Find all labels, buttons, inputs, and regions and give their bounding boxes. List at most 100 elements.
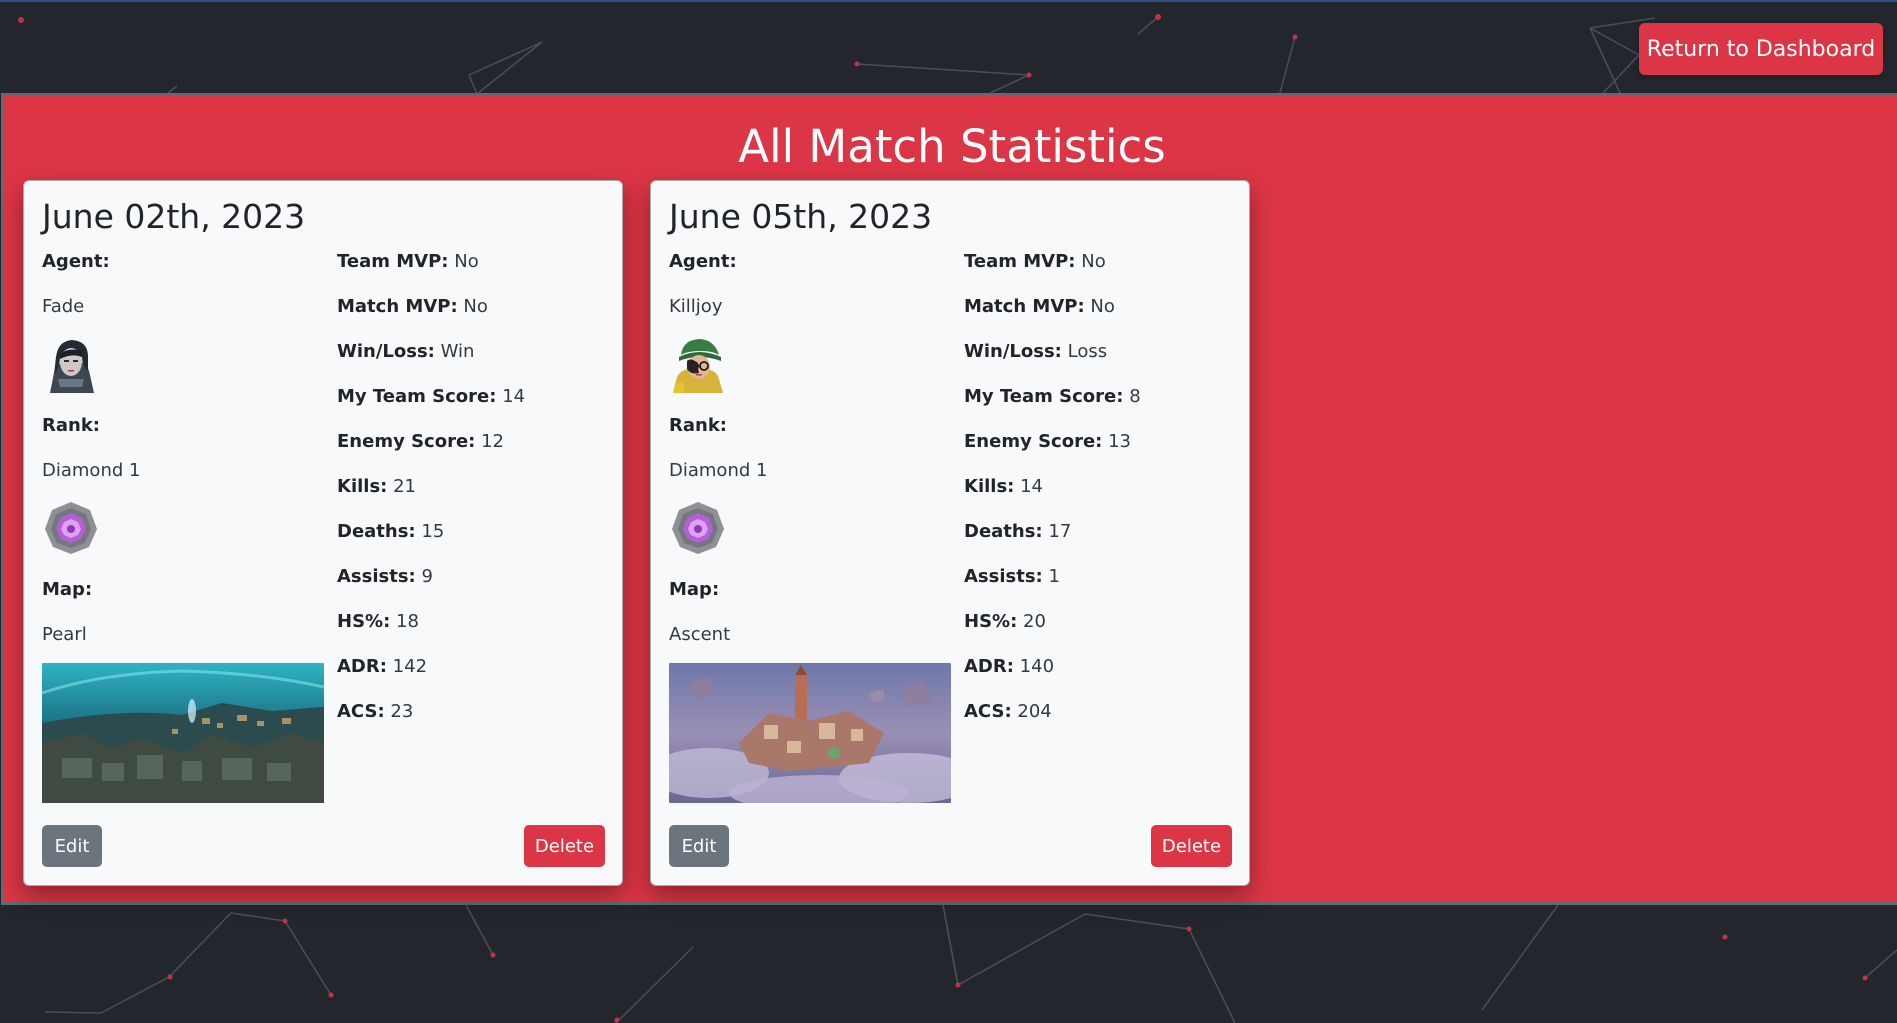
map-label: Map: bbox=[42, 579, 93, 600]
enemy-score-label: Enemy Score: bbox=[337, 431, 476, 452]
rank-label: Rank: bbox=[669, 415, 727, 436]
my-team-score-label: My Team Score: bbox=[964, 386, 1124, 407]
adr-value: 140 bbox=[1019, 656, 1055, 677]
deaths-value: 17 bbox=[1048, 521, 1072, 542]
return-to-dashboard-button[interactable]: Return to Dashboard bbox=[1639, 23, 1883, 75]
win-loss-label: Win/Loss: bbox=[337, 341, 435, 362]
agent-label: Agent: bbox=[42, 251, 110, 272]
enemy-score-stat: Enemy Score: 12 bbox=[337, 429, 607, 454]
acs-stat: ACS: 23 bbox=[337, 699, 607, 724]
rank-name: Diamond 1 bbox=[42, 460, 141, 481]
win-loss-label: Win/Loss: bbox=[964, 341, 1062, 362]
diamond-rank-icon bbox=[45, 502, 97, 554]
my-team-score-stat: My Team Score: 8 bbox=[964, 384, 1234, 409]
enemy-score-label: Enemy Score: bbox=[964, 431, 1103, 452]
page-title: All Match Statistics bbox=[738, 120, 1166, 173]
win-loss-value: Loss bbox=[1067, 341, 1108, 362]
edit-button[interactable]: Edit bbox=[669, 825, 729, 867]
map-name: Pearl bbox=[42, 624, 87, 645]
my-team-score-value: 14 bbox=[502, 386, 526, 407]
delete-button[interactable]: Delete bbox=[1151, 825, 1232, 867]
team-mvp-label: Team MVP: bbox=[337, 251, 449, 272]
agent-name: Fade bbox=[42, 296, 85, 317]
kills-label: Kills: bbox=[337, 476, 388, 497]
assists-stat: Assists: 1 bbox=[964, 564, 1234, 589]
win-loss-stat: Win/Loss: Win bbox=[337, 339, 607, 364]
my-team-score-value: 8 bbox=[1129, 386, 1141, 407]
acs-stat: ACS: 204 bbox=[964, 699, 1234, 724]
team-mvp-stat: Team MVP: No bbox=[337, 249, 607, 274]
kills-label: Kills: bbox=[964, 476, 1015, 497]
ascent-map-image bbox=[669, 663, 951, 803]
kills-stat: Kills: 21 bbox=[337, 474, 607, 499]
my-team-score-stat: My Team Score: 14 bbox=[337, 384, 607, 409]
assists-value: 9 bbox=[421, 566, 433, 587]
team-mvp-value: No bbox=[1081, 251, 1106, 272]
team-mvp-stat: Team MVP: No bbox=[964, 249, 1234, 274]
enemy-score-stat: Enemy Score: 13 bbox=[964, 429, 1234, 454]
win-loss-value: Win bbox=[440, 341, 475, 362]
match-card: June 02th, 2023 Agent: Fade Rank: Diamon… bbox=[23, 180, 623, 886]
top-accent-line bbox=[0, 0, 1897, 2]
kills-value: 21 bbox=[393, 476, 417, 497]
agent-label: Agent: bbox=[669, 251, 737, 272]
acs-label: ACS: bbox=[337, 701, 385, 722]
acs-value: 23 bbox=[390, 701, 414, 722]
adr-stat: ADR: 140 bbox=[964, 654, 1234, 679]
match-mvp-stat: Match MVP: No bbox=[964, 294, 1234, 319]
win-loss-stat: Win/Loss: Loss bbox=[964, 339, 1234, 364]
match-statistics-panel: All Match Statistics June 02th, 2023 Age… bbox=[1, 93, 1897, 905]
match-identity-column: Agent: Fade Rank: Diamond 1 Map: Pearl bbox=[42, 249, 324, 803]
match-stats-column: Team MVP: No Match MVP: No Win/Loss: Win… bbox=[337, 249, 607, 744]
match-card: June 05th, 2023 Agent: Killjoy Rank: Dia… bbox=[650, 180, 1250, 886]
hs-percent-label: HS%: bbox=[337, 611, 391, 632]
match-mvp-value: No bbox=[463, 296, 488, 317]
acs-value: 204 bbox=[1017, 701, 1052, 722]
rank-name: Diamond 1 bbox=[669, 460, 768, 481]
deaths-stat: Deaths: 17 bbox=[964, 519, 1234, 544]
fade-agent-portrait-icon bbox=[42, 335, 100, 393]
diamond-rank-icon bbox=[672, 502, 724, 554]
kills-value: 14 bbox=[1020, 476, 1044, 497]
deaths-stat: Deaths: 15 bbox=[337, 519, 607, 544]
agent-name: Killjoy bbox=[669, 296, 723, 317]
match-mvp-label: Match MVP: bbox=[964, 296, 1085, 317]
assists-label: Assists: bbox=[964, 566, 1043, 587]
match-stats-column: Team MVP: No Match MVP: No Win/Loss: Los… bbox=[964, 249, 1234, 744]
my-team-score-label: My Team Score: bbox=[337, 386, 497, 407]
hs-percent-stat: HS%: 20 bbox=[964, 609, 1234, 634]
assists-stat: Assists: 9 bbox=[337, 564, 607, 589]
hs-percent-value: 18 bbox=[396, 611, 419, 632]
kills-stat: Kills: 14 bbox=[964, 474, 1234, 499]
adr-label: ADR: bbox=[964, 656, 1014, 677]
match-date: June 02th, 2023 bbox=[42, 197, 306, 236]
match-date: June 05th, 2023 bbox=[669, 197, 933, 236]
deaths-value: 15 bbox=[421, 521, 445, 542]
adr-label: ADR: bbox=[337, 656, 387, 677]
adr-stat: ADR: 142 bbox=[337, 654, 607, 679]
deaths-label: Deaths: bbox=[337, 521, 416, 542]
adr-value: 142 bbox=[392, 656, 428, 677]
edit-button[interactable]: Edit bbox=[42, 825, 102, 867]
match-identity-column: Agent: Killjoy Rank: Diamond 1 Map: Asce… bbox=[669, 249, 951, 803]
hs-percent-stat: HS%: 18 bbox=[337, 609, 607, 634]
assists-value: 1 bbox=[1048, 566, 1060, 587]
match-mvp-stat: Match MVP: No bbox=[337, 294, 607, 319]
deaths-label: Deaths: bbox=[964, 521, 1043, 542]
acs-label: ACS: bbox=[964, 701, 1012, 722]
team-mvp-value: No bbox=[454, 251, 479, 272]
killjoy-agent-portrait-icon bbox=[669, 335, 727, 393]
match-card-list: June 02th, 2023 Agent: Fade Rank: Diamon… bbox=[23, 180, 1250, 886]
assists-label: Assists: bbox=[337, 566, 416, 587]
enemy-score-value: 12 bbox=[481, 431, 504, 452]
enemy-score-value: 13 bbox=[1108, 431, 1131, 452]
pearl-map-image bbox=[42, 663, 324, 803]
team-mvp-label: Team MVP: bbox=[964, 251, 1076, 272]
hs-percent-value: 20 bbox=[1023, 611, 1046, 632]
match-mvp-label: Match MVP: bbox=[337, 296, 458, 317]
map-name: Ascent bbox=[669, 624, 731, 645]
match-mvp-value: No bbox=[1090, 296, 1115, 317]
delete-button[interactable]: Delete bbox=[524, 825, 605, 867]
hs-percent-label: HS%: bbox=[964, 611, 1018, 632]
map-label: Map: bbox=[669, 579, 720, 600]
